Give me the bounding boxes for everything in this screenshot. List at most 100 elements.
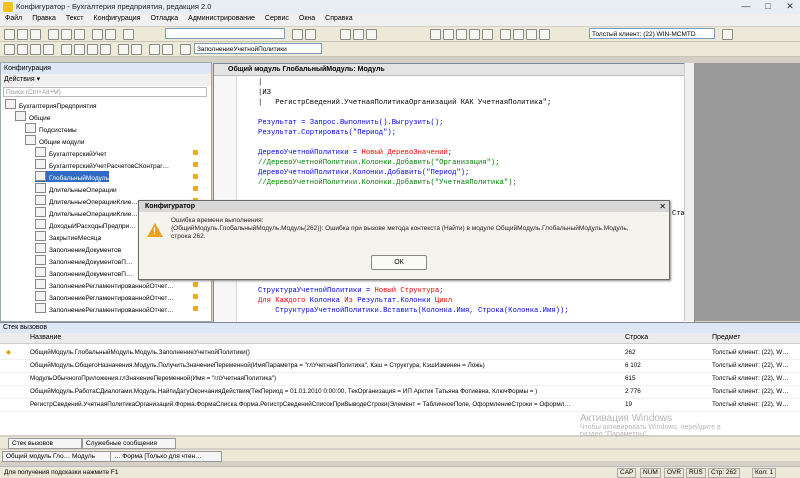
prev-bookmark-icon[interactable] <box>87 44 98 55</box>
paste-icon[interactable] <box>74 29 85 40</box>
debug-stop-icon[interactable] <box>443 29 454 40</box>
call-name: ОбщийМодуль.РаботаСДиалогами.Модуль.Найт… <box>30 388 538 395</box>
template-icon[interactable] <box>149 44 160 55</box>
copy-icon[interactable] <box>61 29 72 40</box>
tree-item[interactable]: БухгалтерскийУчет <box>35 147 107 158</box>
tree-item[interactable]: ЗаполнениеРегламентированнойОтчет… <box>35 279 174 290</box>
dialog-close-icon[interactable]: ✕ <box>659 201 666 212</box>
tree-item[interactable]: ДлительныеОперацииКлие… <box>35 195 138 206</box>
bookmark-icon[interactable] <box>61 44 72 55</box>
module-icon <box>35 171 46 181</box>
procedure-icon[interactable] <box>180 44 191 55</box>
menu-bar: Файл Правка Текст Конфигурация Отладка Админи… <box>0 14 800 26</box>
db-icon[interactable] <box>353 29 364 40</box>
menu-item-5[interactable]: Администрирование <box>183 14 260 22</box>
window-title: Конфигуратор - Бухгалтерия предприятия, … <box>16 2 212 11</box>
config-icon[interactable] <box>340 29 351 40</box>
new-icon[interactable] <box>4 29 15 40</box>
code-area-top[interactable]: | |ИЗ | РегистрСведений.УчетнаяПолитикаОрг… <box>214 78 694 208</box>
editor-scrollbar[interactable] <box>684 63 694 321</box>
tab-service-messages[interactable]: Служебные сообщения <box>82 438 176 449</box>
call-stack-row[interactable]: ОбщийМодуль.ОбщегоНазначения.Модуль.Полу… <box>0 360 800 373</box>
undo-icon[interactable] <box>92 29 103 40</box>
tree-item[interactable]: ГлобальныйМодуль <box>35 171 109 182</box>
step-out-icon[interactable] <box>482 29 493 40</box>
next-bookmark-icon[interactable] <box>74 44 85 55</box>
find-prev-icon[interactable] <box>305 29 316 40</box>
code-token: |ИЗ <box>258 89 271 97</box>
step-into-icon[interactable] <box>456 29 467 40</box>
tree-item[interactable]: ЗаполнениеРегламентированнойОтчет… <box>35 291 174 302</box>
menu-item-2[interactable]: Текст <box>61 14 89 22</box>
save-icon[interactable] <box>30 29 41 40</box>
stack-icon[interactable] <box>539 29 550 40</box>
step-over-icon[interactable] <box>469 29 480 40</box>
col-subject[interactable]: Предмет <box>712 333 740 343</box>
cut-icon[interactable] <box>48 29 59 40</box>
wizard-icon[interactable] <box>162 44 173 55</box>
col-name[interactable]: Название <box>30 333 61 343</box>
tree-item[interactable]: Подсистемы <box>25 123 77 134</box>
tree-item[interactable]: ДлительныеОперацииКлие… <box>35 207 138 218</box>
breakpoint-icon[interactable] <box>500 29 511 40</box>
menu-item-0[interactable]: Файл <box>0 14 27 22</box>
tree-item[interactable]: ЗаполнениеДокументовП… <box>35 255 132 266</box>
call-stack-row[interactable]: ◆ ОбщийМодуль.ГлобальныйМодуль.Модуль.Зап… <box>0 347 800 360</box>
tab-form-readonly[interactable]: … Форма [Только для чтен… <box>110 451 222 462</box>
uncomment-icon[interactable] <box>43 44 54 55</box>
tree-item[interactable]: ДоходыИРасходыПредпри… <box>35 219 136 230</box>
panel-actions[interactable]: Действия ▾ <box>1 74 211 86</box>
watch-icon[interactable] <box>513 29 524 40</box>
call-stack-row[interactable]: РегистрСведений.УчетнаяПолитикаОрганизац… <box>0 399 800 412</box>
maximize-button[interactable]: □ <box>757 1 779 12</box>
tree-item[interactable]: ДлительныеОперации <box>35 183 117 194</box>
code-area-bottom[interactable]: СтруктураУчетнойПолитики = Новый Структу… <box>214 286 694 322</box>
open-icon[interactable] <box>17 29 28 40</box>
tree-item[interactable]: Общие <box>15 111 50 122</box>
search-combo[interactable] <box>165 28 285 39</box>
comment-icon[interactable] <box>30 44 41 55</box>
tree-item[interactable]: БухгалтерскийУчетРасчетовСКонтраг… <box>35 159 169 170</box>
tab-global-module[interactable]: Общий модуль Гло… Модуль <box>2 451 114 462</box>
lock-icon <box>193 162 198 167</box>
call-stack-row[interactable]: МодульОбычногоПриложения.глЗначениеПерем… <box>0 373 800 386</box>
call-stack-title: Стек вызовов <box>0 323 800 333</box>
format-icon[interactable] <box>131 44 142 55</box>
syntax-check-icon[interactable] <box>118 44 129 55</box>
client-combo[interactable]: Толстый клиент: (22) WIN-MCMTD <box>589 28 715 39</box>
outdent-icon[interactable] <box>17 44 28 55</box>
menu-item-8[interactable]: Справка <box>320 14 357 22</box>
menu-item-3[interactable]: Конфигурация <box>89 14 146 22</box>
ok-button[interactable]: ОК <box>371 255 427 270</box>
close-button[interactable]: ✕ <box>779 1 800 12</box>
menu-item-6[interactable]: Сервис <box>260 14 294 22</box>
tab-call-stack[interactable]: Стек вызовов <box>8 438 82 449</box>
connect-icon[interactable] <box>722 29 733 40</box>
menu-item-4[interactable]: Отладка <box>145 14 183 22</box>
clear-bookmarks-icon[interactable] <box>100 44 111 55</box>
call-subject: Толстый клиент: (22), W… <box>712 349 789 356</box>
find-icon[interactable] <box>123 29 134 40</box>
tree-item-label: ГлобальныйМодуль <box>49 175 109 182</box>
tree-item[interactable]: ЗаполнениеРегламентированнойОтчет… <box>35 303 174 314</box>
redo-icon[interactable] <box>105 29 116 40</box>
tree-search-input[interactable]: Поиск (Ctrl+Alt+M) <box>3 87 207 97</box>
minimize-button[interactable]: — <box>735 1 757 12</box>
tree-item[interactable]: ЗакрытиеМесяца <box>35 231 101 242</box>
call-stack-row[interactable]: ОбщийМодуль.РаботаСДиалогами.Модуль.Найт… <box>0 386 800 399</box>
find-next-icon[interactable] <box>292 29 303 40</box>
tree-item[interactable]: БухгалтерияПредприятия <box>5 99 97 110</box>
tree-item-label: Подсистемы <box>39 127 77 134</box>
tree-item[interactable]: Общие модули <box>25 135 84 146</box>
call-name: ОбщийМодуль.ОбщегоНазначения.Модуль.Полу… <box>30 362 485 369</box>
menu-item-7[interactable]: Окна <box>294 14 320 22</box>
tree-item[interactable]: ЗаполнениеДокументовП… <box>35 267 132 278</box>
debug-start-icon[interactable] <box>430 29 441 40</box>
col-line[interactable]: Строка <box>625 333 648 343</box>
menu-item-1[interactable]: Правка <box>27 14 61 22</box>
update-icon[interactable] <box>366 29 377 40</box>
tree-item[interactable]: ЗаполнениеДокументов <box>35 243 121 254</box>
indent-icon[interactable] <box>4 44 15 55</box>
calc-icon[interactable] <box>526 29 537 40</box>
procedure-combo[interactable]: ЗаполнениеУчетнойПолитики <box>194 43 322 54</box>
